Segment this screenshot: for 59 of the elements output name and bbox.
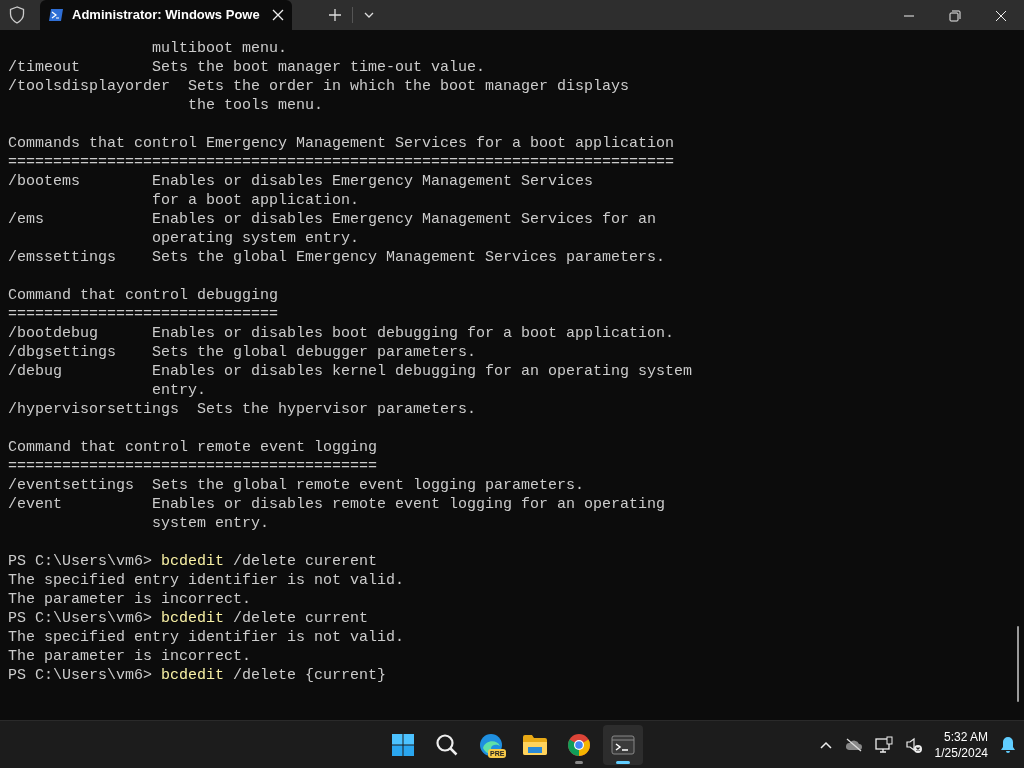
command-name: bcdedit [161, 667, 225, 684]
output-line: the tools menu. [187, 97, 324, 114]
output-line: Command that control debugging [8, 287, 279, 304]
restore-icon [949, 9, 961, 22]
output-line: The specified entry identifier is not valid. [8, 572, 405, 589]
output-line: /dbgsettings Sets the global debugger parameters. [8, 344, 477, 361]
output-line: /ems Enables or disables Emergency Management Services for an [8, 211, 657, 228]
output-line: /event Enables or disables remote event logging for an operating [8, 496, 666, 513]
output-line: Command that control remote event logging [8, 439, 378, 456]
command-arguments: /delete curerent [233, 553, 378, 570]
bell-icon[interactable] [1000, 735, 1016, 754]
output-line: /emssettings Sets the global Emergency Management Services parameters. [8, 249, 666, 266]
start-icon [391, 732, 415, 757]
search-icon [435, 732, 459, 757]
prompt-text: PS C:\Users\vm6> [8, 610, 153, 627]
output-line: The parameter is incorrect. [8, 648, 252, 665]
output-line: /bootdebug Enables or disables boot debugging for a boot application. [8, 325, 675, 342]
dropdown-icon[interactable] [362, 11, 375, 19]
prompt-text: PS C:\Users\vm6> [8, 553, 153, 570]
tab-title[interactable]: Administrator: Windows Powe [72, 5, 260, 25]
terminal-icon [611, 734, 635, 755]
output-line: ========================================= [8, 458, 378, 475]
output-line: The specified entry identifier is not valid. [8, 629, 405, 646]
output-line: The parameter is incorrect. [8, 591, 252, 608]
output-line: /debug Enables or disables kernel debugging for an operating system [8, 363, 693, 380]
scrollbar[interactable] [1017, 626, 1019, 702]
output-line: /toolsdisplayorder Sets the order in which the boot manager displays [8, 78, 630, 95]
close-tab-icon[interactable] [271, 9, 284, 21]
command-name: bcdedit [161, 553, 225, 570]
output-line: ========================================================================== [8, 154, 675, 171]
new-tab-icon[interactable] [327, 8, 342, 22]
output-line: operating system entry. [151, 230, 360, 247]
round-browser-icon [567, 732, 591, 757]
command-name: bcdedit [161, 610, 225, 627]
taskbar-app-button[interactable] [603, 724, 643, 765]
output-line: for a boot application. [151, 192, 360, 209]
chevron-up-icon[interactable] [818, 739, 833, 750]
command-arguments: /delete current [233, 610, 369, 627]
cloud-off-icon[interactable] [844, 737, 863, 752]
speaker-muted-icon[interactable] [904, 735, 923, 754]
clock-date[interactable]: 1/25/2024 [934, 744, 988, 761]
output-line: /bootems Enables or disables Emergency Management Services [8, 173, 594, 190]
folder-icon [522, 733, 548, 756]
output-line: /eventsettings Sets the global remote event logging parameters. [8, 477, 585, 494]
output-line: Commands that control Emergency Management Services for a boot application [8, 135, 675, 152]
close-icon [995, 9, 1007, 22]
output-line: /timeout Sets the boot manager time-out value. [8, 59, 486, 76]
output-line: system entry. [151, 515, 270, 532]
output-line: ============================== [8, 306, 279, 323]
output-line: entry. [151, 382, 207, 399]
prompt-text: PS C:\Users\vm6> [8, 667, 153, 684]
network-icon[interactable] [874, 735, 893, 754]
output-line: /hypervisorsettings Sets the hypervisor parameters. [8, 401, 477, 418]
output-line: multiboot menu. [151, 40, 288, 57]
clock-time[interactable]: 5:32 AM [934, 728, 988, 745]
powershell-icon [48, 8, 64, 22]
command-arguments: /delete {current} [233, 667, 387, 684]
terminal-tab[interactable]: Administrator: Windows Powe [40, 0, 292, 30]
shield-icon [9, 6, 25, 24]
